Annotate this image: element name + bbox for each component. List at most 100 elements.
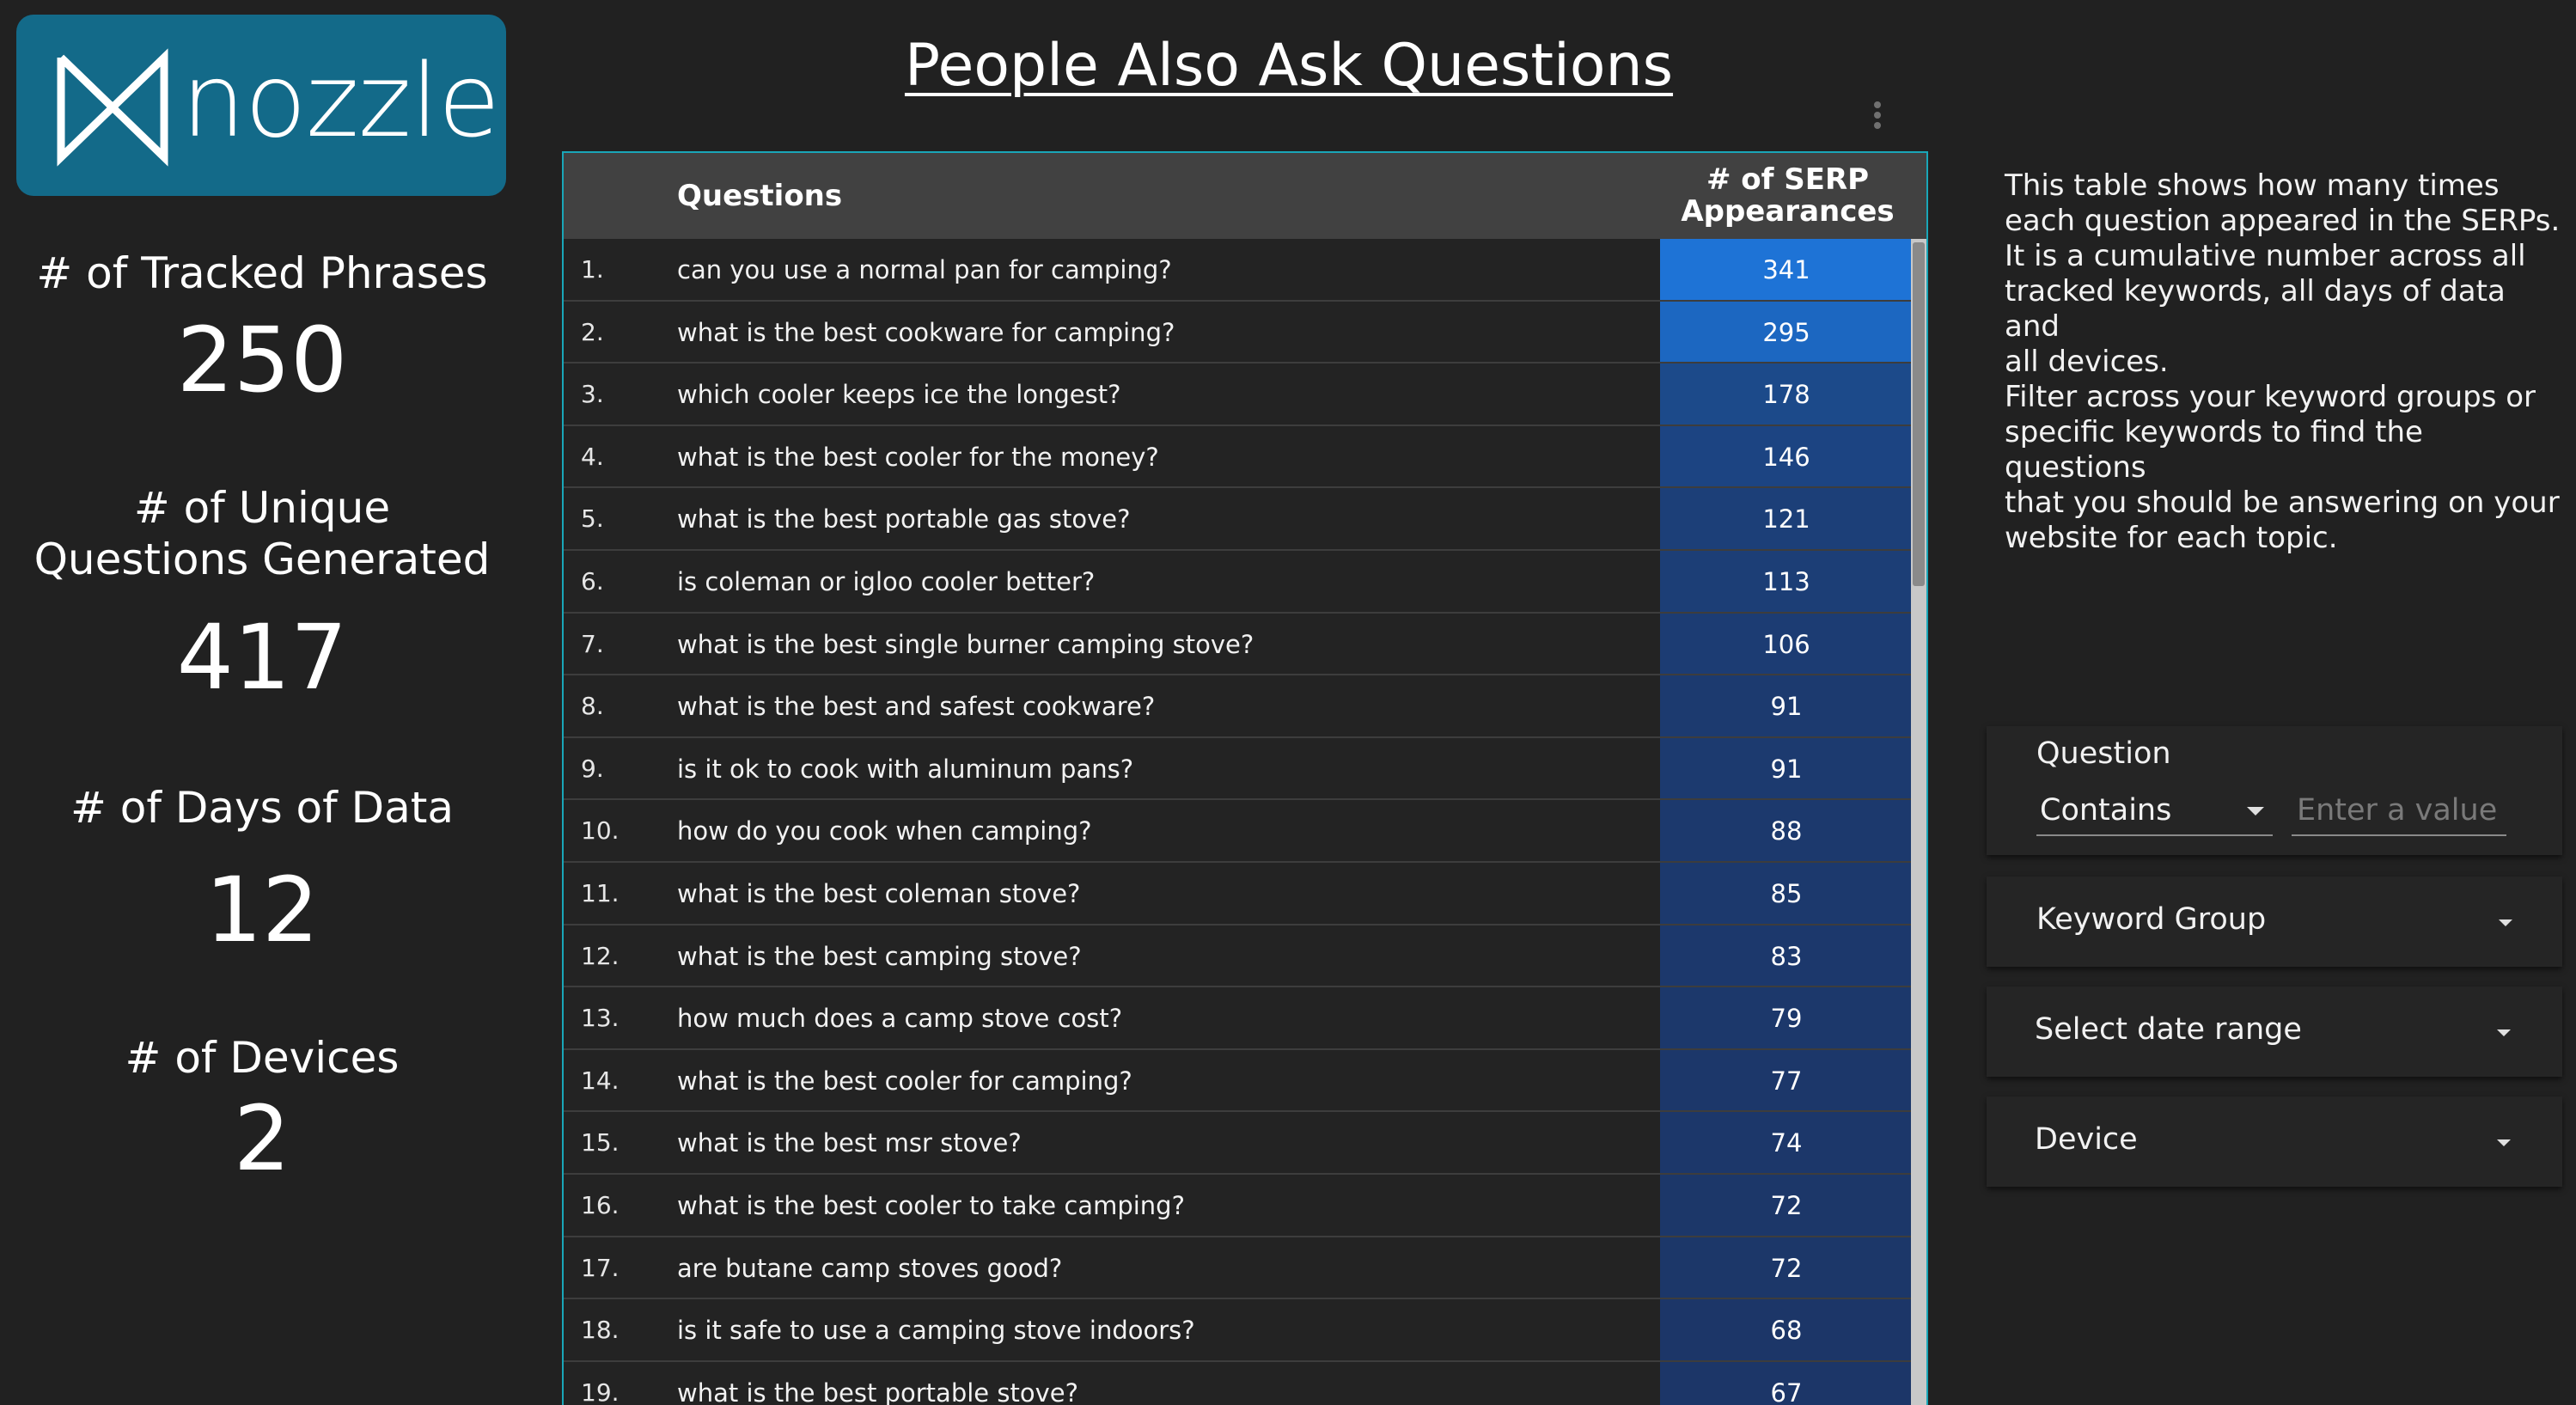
serp-appearances-count: 341 (1660, 239, 1913, 300)
unique-questions-label-line1: # of Unique (133, 483, 391, 533)
description-line: This table shows how many times (2005, 168, 2500, 203)
serp-appearances-count: 79 (1660, 987, 1913, 1048)
serp-appearances-count: 83 (1660, 925, 1913, 987)
serp-appearances-count: 91 (1660, 675, 1913, 736)
table-row[interactable]: 13. how much does a camp stove cost? 79 (564, 987, 1913, 1050)
row-number: 17. (581, 1253, 620, 1282)
table-row[interactable]: 6. is coleman or igloo cooler better? 113 (564, 550, 1913, 614)
description-line: all devices. (2005, 345, 2169, 379)
question-text: what is the best cooler to take camping? (677, 1190, 1185, 1220)
table-row[interactable]: 4. what is the best cooler for the money?… (564, 425, 1913, 489)
question-text: what is the best cooler for camping? (677, 1066, 1132, 1096)
row-number: 1. (581, 255, 604, 284)
question-text: is it ok to cook with aluminum pans? (677, 754, 1134, 784)
serp-appearances-count: 77 (1660, 1049, 1913, 1111)
row-number: 18. (581, 1316, 620, 1345)
table-row[interactable]: 9. is it ok to cook with aluminum pans? 91 (564, 737, 1913, 801)
row-number: 11. (581, 878, 620, 907)
question-text: what is the best camping stove? (677, 941, 1082, 971)
question-text: what is the best msr stove? (677, 1128, 1022, 1158)
description-line: Filter across your keyword groups or (2005, 380, 2536, 414)
row-number: 4. (581, 442, 604, 471)
serp-appearances-count: 178 (1660, 363, 1913, 425)
table-description: This table shows how many times each que… (2005, 168, 2563, 380)
serp-appearances-count: 106 (1660, 613, 1913, 675)
table-row[interactable]: 8. what is the best and safest cookware? 9… (564, 675, 1913, 738)
serp-appearances-count: 72 (1660, 1174, 1913, 1236)
chevron-down-icon (2499, 919, 2512, 926)
column-header-count-line2: Appearances (1681, 194, 1895, 229)
chevron-down-icon (2247, 807, 2264, 816)
row-number: 13. (581, 1004, 620, 1033)
more-options-icon[interactable] (1871, 101, 1884, 136)
days-of-data-value: 12 (204, 858, 320, 962)
table-scrollbar-thumb[interactable] (1913, 242, 1925, 586)
nozzle-logo[interactable]: nozzle (16, 15, 506, 196)
table-header: Questions # of SERP Appearances (564, 153, 1926, 239)
column-header-count-line1: # of SERP (1706, 162, 1870, 197)
row-number: 9. (581, 754, 604, 783)
column-header-serp-appearances[interactable]: # of SERP Appearances (1661, 164, 1914, 228)
serp-appearances-count: 121 (1660, 488, 1913, 549)
page-title: People Also Ask Questions (904, 32, 1674, 100)
serp-appearances-count: 295 (1660, 301, 1913, 363)
keyword-group-filter[interactable]: Keyword Group (1987, 877, 2562, 967)
table-row[interactable]: 12. what is the best camping stove? 83 (564, 925, 1913, 988)
serp-appearances-count: 146 (1660, 425, 1913, 487)
keyword-group-label: Keyword Group (2036, 902, 2267, 937)
question-text: what is the best single burner camping s… (677, 629, 1254, 659)
serp-appearances-count: 91 (1660, 737, 1913, 799)
table-row[interactable]: 7. what is the best single burner camping… (564, 613, 1913, 676)
serp-appearances-count: 113 (1660, 550, 1913, 612)
devices-value: 2 (233, 1086, 291, 1191)
question-value-input[interactable]: Enter a value (2292, 786, 2506, 836)
question-text: how do you cook when camping? (677, 816, 1092, 846)
questions-table: Questions # of SERP Appearances 1. can yo… (562, 151, 1928, 1405)
serp-appearances-count: 88 (1660, 800, 1913, 861)
chevron-down-icon (2497, 1139, 2511, 1146)
table-row[interactable]: 1. can you use a normal pan for camping? 3… (564, 239, 1913, 302)
row-number: 10. (581, 816, 620, 846)
nozzle-logo-icon (57, 48, 168, 167)
question-operator-select[interactable]: Contains (2036, 786, 2273, 836)
unique-questions-value: 417 (176, 605, 348, 710)
row-number: 5. (581, 504, 604, 534)
row-number: 12. (581, 941, 620, 970)
table-row[interactable]: 15. what is the best msr stove? 74 (564, 1112, 1913, 1175)
table-row[interactable]: 2. what is the best cookware for camping?… (564, 301, 1913, 364)
table-row[interactable]: 3. which cooler keeps ice the longest? 178 (564, 363, 1913, 426)
serp-appearances-count: 85 (1660, 862, 1913, 924)
column-header-questions[interactable]: Questions (677, 153, 842, 239)
description-line: each question appeared in the SERPs. (2005, 204, 2561, 238)
unique-questions-label-line2: Questions Generated (34, 535, 491, 584)
table-row[interactable]: 5. what is the best portable gas stove? 12… (564, 488, 1913, 551)
row-number: 2. (581, 317, 604, 346)
table-row[interactable]: 17. are butane camp stoves good? 72 (564, 1237, 1913, 1300)
question-filter: Question Contains Enter a value (1987, 726, 2562, 855)
serp-appearances-count: 67 (1660, 1361, 1913, 1405)
row-number: 14. (581, 1066, 620, 1095)
question-text: what is the best portable stove? (677, 1378, 1078, 1405)
table-row[interactable]: 19. what is the best portable stove? 67 (564, 1361, 1913, 1405)
logo-wordmark: nozzle (181, 41, 500, 160)
tracked-phrases-value: 250 (176, 308, 348, 412)
table-row[interactable]: 18. is it safe to use a camping stove ind… (564, 1299, 1913, 1362)
serp-appearances-count: 74 (1660, 1112, 1913, 1173)
table-row[interactable]: 14. what is the best cooler for camping? 7… (564, 1049, 1913, 1113)
tracked-phrases-label: # of Tracked Phrases (36, 248, 488, 298)
days-of-data-label: # of Days of Data (70, 783, 455, 833)
description-line: specific keywords to find the questions (2005, 415, 2423, 485)
table-row[interactable]: 10. how do you cook when camping? 88 (564, 800, 1913, 863)
row-number: 6. (581, 566, 604, 596)
table-row[interactable]: 11. what is the best coleman stove? 85 (564, 862, 1913, 925)
date-range-filter[interactable]: Select date range (1987, 987, 2562, 1077)
question-text: what is the best cookware for camping? (677, 317, 1175, 347)
question-text: is coleman or igloo cooler better? (677, 566, 1096, 596)
table-row[interactable]: 16. what is the best cooler to take campi… (564, 1174, 1913, 1237)
row-number: 3. (581, 380, 604, 409)
question-text: what is the best cooler for the money? (677, 442, 1159, 472)
serp-appearances-count: 72 (1660, 1237, 1913, 1298)
row-number: 8. (581, 692, 604, 721)
device-filter[interactable]: Device (1987, 1097, 2562, 1187)
devices-label: # of Devices (125, 1033, 400, 1083)
